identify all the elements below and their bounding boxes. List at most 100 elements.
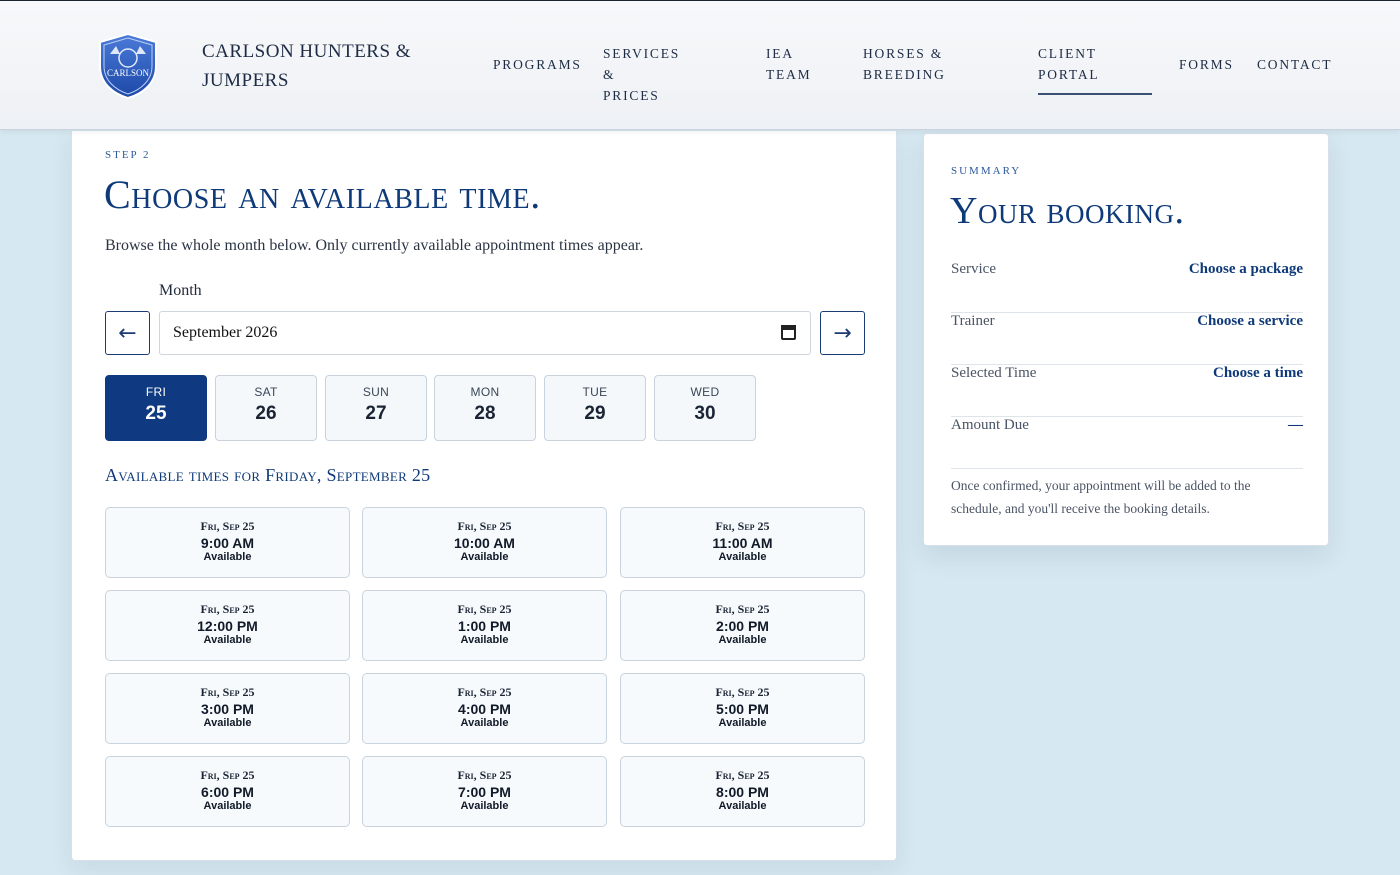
slot-date: Fri, Sep 25	[715, 519, 770, 533]
day-number: 30	[694, 403, 716, 424]
day-mon-28[interactable]: MON 28	[434, 375, 536, 441]
day-number: 26	[255, 403, 277, 424]
carlson-crest-logo[interactable]: CARLSON	[96, 32, 160, 100]
slot-status: Available	[203, 800, 252, 812]
time-slot[interactable]: Fri, Sep 25 6:00 PM Available	[105, 756, 350, 827]
slot-time: 6:00 PM	[201, 784, 254, 800]
slot-date: Fri, Sep 25	[457, 768, 512, 782]
nav-label: PROGRAMS	[493, 57, 582, 72]
slot-status: Available	[203, 551, 252, 563]
summary-value: Choose a service	[1197, 313, 1303, 329]
month-input[interactable]: September 2026	[159, 311, 811, 355]
time-slot[interactable]: Fri, Sep 25 2:00 PM Available	[620, 590, 865, 661]
slot-status: Available	[460, 551, 509, 563]
nav-programs[interactable]: PROGRAMS	[493, 54, 582, 75]
nav-label: CLIENT	[1038, 46, 1097, 61]
slot-date: Fri, Sep 25	[200, 602, 255, 616]
day-of-week: TUE	[582, 385, 608, 399]
day-number: 25	[145, 403, 167, 424]
summary-value: —	[1288, 417, 1303, 433]
summary-note: Once confirmed, your appointment will be…	[951, 478, 1251, 516]
time-slot[interactable]: Fri, Sep 25 11:00 AM Available	[620, 507, 865, 578]
nav-client-portal[interactable]: CLIENT PORTAL	[1038, 43, 1153, 95]
slot-time: 1:00 PM	[458, 618, 511, 634]
time-slot[interactable]: Fri, Sep 25 8:00 PM Available	[620, 756, 865, 827]
slot-date: Fri, Sep 25	[715, 685, 770, 699]
slot-date: Fri, Sep 25	[715, 602, 770, 616]
time-slot[interactable]: Fri, Sep 25 7:00 PM Available	[362, 756, 607, 827]
nav-label: BREEDING	[863, 67, 946, 82]
arrow-left-icon: ←	[118, 320, 137, 346]
prev-month-button[interactable]: ←	[105, 311, 150, 355]
slot-status: Available	[203, 634, 252, 646]
summary-value: Choose a time	[1213, 365, 1303, 381]
slot-date: Fri, Sep 25	[715, 768, 770, 782]
slot-time: 7:00 PM	[458, 784, 511, 800]
booking-description: Browse the whole month below. Only curre…	[105, 237, 644, 254]
nav-iea-team[interactable]: IEA TEAM	[766, 43, 811, 85]
day-tue-29[interactable]: TUE 29	[544, 375, 646, 441]
calendar-icon[interactable]	[781, 325, 796, 340]
next-month-button[interactable]: →	[820, 311, 865, 355]
slot-date: Fri, Sep 25	[200, 768, 255, 782]
time-slot[interactable]: Fri, Sep 25 3:00 PM Available	[105, 673, 350, 744]
slot-time: 11:00 AM	[712, 535, 773, 551]
slot-date: Fri, Sep 25	[457, 519, 512, 533]
slot-status: Available	[203, 717, 252, 729]
slot-time: 10:00 AM	[454, 535, 515, 551]
day-of-week: FRI	[145, 385, 167, 399]
nav-services-prices[interactable]: SERVICES & PRICES	[603, 43, 680, 106]
slot-status: Available	[718, 717, 767, 729]
time-slot[interactable]: Fri, Sep 25 10:00 AM Available	[362, 507, 607, 578]
day-wed-30[interactable]: WED 30	[654, 375, 756, 441]
arrow-right-icon: →	[833, 320, 852, 346]
slot-time: 4:00 PM	[458, 701, 511, 717]
summary-key: Trainer	[951, 313, 995, 329]
summary-key: Amount Due	[951, 417, 1029, 433]
day-of-week: SAT	[254, 385, 278, 399]
nav-contact[interactable]: CONTACT	[1257, 54, 1332, 75]
nav-label: HORSES &	[863, 46, 944, 61]
nav-horses-breeding[interactable]: HORSES & BREEDING	[863, 43, 946, 85]
day-number: 29	[584, 403, 606, 424]
summary-value: Choose a package	[1188, 261, 1303, 277]
slot-status: Available	[718, 634, 767, 646]
slot-time: 8:00 PM	[716, 784, 769, 800]
brand-line-1: CARLSON HUNTERS &	[202, 41, 412, 62]
nav-label: TEAM	[766, 67, 812, 82]
summary-eyebrow: SUMMARY	[951, 165, 1022, 177]
nav-label: PORTAL	[1038, 67, 1100, 82]
step-label: STEP 2	[105, 149, 151, 161]
nav-label: PRICES	[603, 88, 660, 103]
site-header: CARLSON CARLSON HUNTERS & JUMPERS PROGRA…	[0, 0, 1400, 130]
slot-date: Fri, Sep 25	[200, 519, 255, 533]
slot-date: Fri, Sep 25	[457, 602, 512, 616]
summary-row-trainer: Trainer Choose a service	[951, 313, 1303, 365]
time-slot[interactable]: Fri, Sep 25 12:00 PM Available	[105, 590, 350, 661]
slot-date: Fri, Sep 25	[200, 685, 255, 699]
summary-row-amount-due: Amount Due —	[951, 417, 1303, 469]
slot-time: 5:00 PM	[716, 701, 769, 717]
time-slot[interactable]: Fri, Sep 25 4:00 PM Available	[362, 673, 607, 744]
summary-key: Service	[951, 261, 996, 277]
nav-forms[interactable]: FORMS	[1179, 54, 1234, 75]
time-slot[interactable]: Fri, Sep 25 9:00 AM Available	[105, 507, 350, 578]
nav-label: FORMS	[1179, 57, 1234, 72]
time-slot[interactable]: Fri, Sep 25 5:00 PM Available	[620, 673, 865, 744]
slot-status: Available	[460, 717, 509, 729]
slot-time: 12:00 PM	[197, 618, 258, 634]
day-sun-27[interactable]: SUN 27	[325, 375, 427, 441]
svg-text:CARLSON: CARLSON	[107, 68, 150, 78]
slot-time: 2:00 PM	[716, 618, 769, 634]
time-slot[interactable]: Fri, Sep 25 1:00 PM Available	[362, 590, 607, 661]
nav-label: IEA	[766, 46, 794, 61]
day-sat-26[interactable]: SAT 26	[215, 375, 317, 441]
slot-status: Available	[718, 551, 767, 563]
day-of-week: SUN	[362, 385, 390, 399]
brand-name[interactable]: CARLSON HUNTERS & JUMPERS	[202, 37, 432, 95]
slot-time: 3:00 PM	[201, 701, 254, 717]
brand-line-2: JUMPERS	[202, 70, 289, 91]
day-fri-25[interactable]: FRI 25	[105, 375, 207, 441]
summary-key: Selected Time	[951, 365, 1037, 381]
slot-status: Available	[460, 634, 509, 646]
